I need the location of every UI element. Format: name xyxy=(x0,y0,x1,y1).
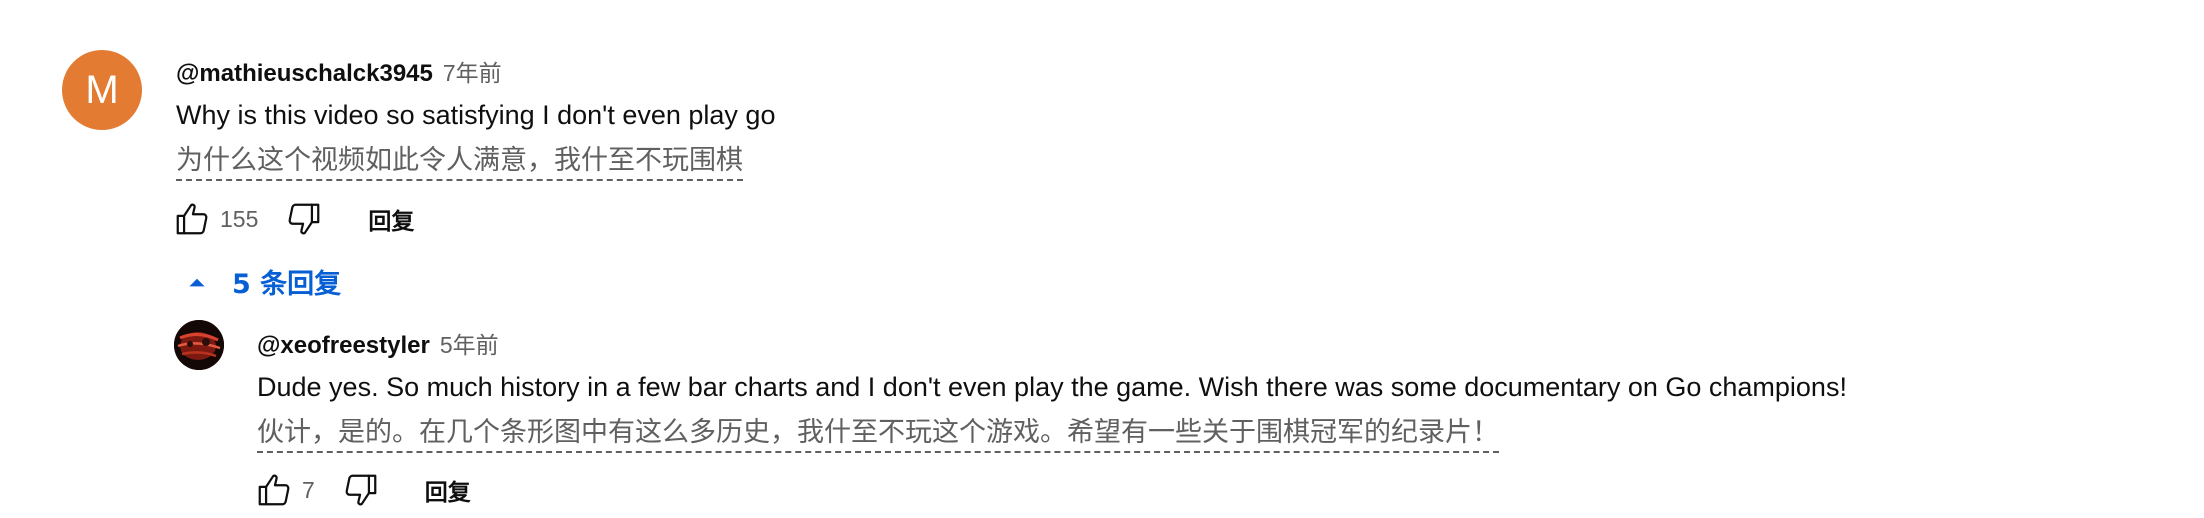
like-count: 155 xyxy=(220,205,259,232)
dislike-button[interactable] xyxy=(280,195,328,243)
reply-like-button[interactable] xyxy=(250,466,298,514)
comment-time[interactable]: 7年前 xyxy=(443,54,502,88)
like-icon[interactable] xyxy=(250,0,288,9)
comment-translation[interactable]: 为什么这个视频如此令人满意，我什至不玩围棋 xyxy=(176,138,743,181)
thumb-up-icon xyxy=(176,203,208,235)
comment-text: Why is this video so satisfying I don't … xyxy=(176,100,776,130)
reply-avatar[interactable] xyxy=(174,320,224,370)
avatar-letter: M xyxy=(85,67,119,112)
reply-like-count: 7 xyxy=(302,476,315,503)
like-button[interactable] xyxy=(168,195,216,243)
comment-actions: 155 回复 xyxy=(168,195,414,243)
replies-toggle[interactable]: 5 条回复 xyxy=(184,262,341,301)
replies-count-label: 5 条回复 xyxy=(232,269,342,300)
reply-header: @xeofreestyler 5年前 xyxy=(257,326,499,360)
reply-reply-button[interactable]: 回复 xyxy=(425,473,471,507)
thumb-down-icon xyxy=(345,474,377,506)
thumb-down-icon xyxy=(288,203,320,235)
reply-actions: 7 回复 xyxy=(250,466,471,514)
reply-dislike-button[interactable] xyxy=(337,466,385,514)
reply-button[interactable]: 回复 xyxy=(368,202,414,236)
dislike-icon[interactable] xyxy=(314,0,352,9)
reply-author[interactable]: @xeofreestyler xyxy=(257,332,430,360)
reply-translation[interactable]: 伙计，是的。在几个条形图中有这么多历史，我什至不玩这个游戏。希望有一些关于围棋冠… xyxy=(257,410,1499,453)
chevron-up-icon xyxy=(189,278,205,286)
previous-comment-actions xyxy=(250,0,352,9)
comment-author[interactable]: @mathieuschalck3945 xyxy=(176,60,433,88)
avatar[interactable]: M xyxy=(62,50,142,130)
comment-header: @mathieuschalck3945 7年前 xyxy=(176,54,502,88)
thumb-up-icon xyxy=(258,474,290,506)
reply-text: Dude yes. So much history in a few bar c… xyxy=(257,372,1847,402)
reply-time[interactable]: 5年前 xyxy=(440,326,499,360)
